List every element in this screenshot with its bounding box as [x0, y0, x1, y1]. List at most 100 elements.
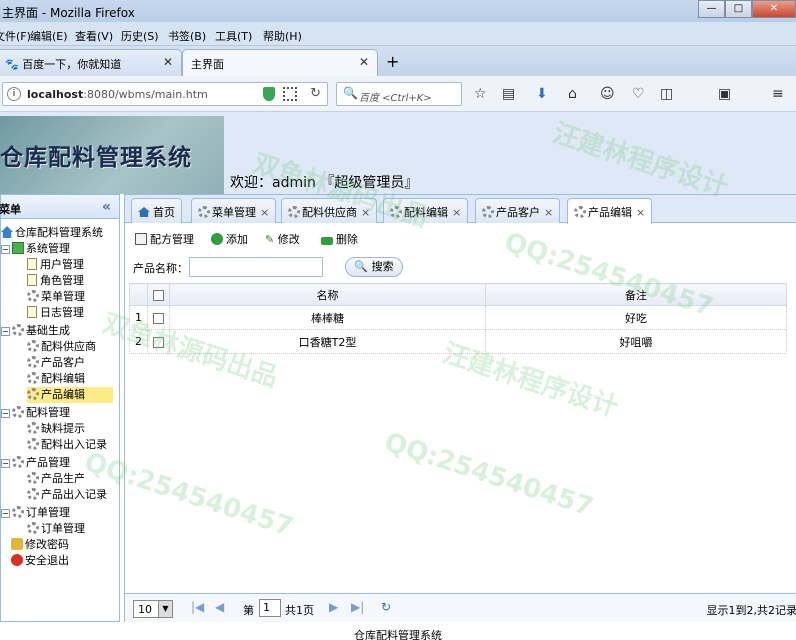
minimize-button[interactable]: — — [698, 0, 725, 18]
hamburger-menu-icon[interactable]: ≡ — [772, 86, 784, 102]
sidebar-header: 导航菜单 « — [0, 195, 119, 219]
select-all-checkbox[interactable] — [153, 289, 164, 301]
delete-button[interactable]: 删除 — [321, 231, 358, 247]
download-icon[interactable]: ⬇ — [536, 86, 548, 102]
browser-tab-baidu[interactable]: 🐾 百度一下，你就知道 ✕ — [0, 49, 182, 76]
menu-help[interactable]: 帮助(H) — [263, 28, 302, 44]
last-page-icon[interactable]: ▶| — [351, 600, 364, 614]
chat-icon[interactable]: ☺ — [600, 86, 615, 102]
column-header-note[interactable]: 备注 — [485, 283, 787, 306]
menu-view[interactable]: 查看(V) — [75, 28, 113, 44]
column-header-name[interactable]: 名称 — [169, 283, 486, 306]
edit-button[interactable]: ✎ 修改 — [265, 231, 300, 247]
tree-item-menus[interactable]: 菜单管理 — [27, 289, 85, 305]
tree-item-change-password[interactable]: 修改密码 — [11, 537, 69, 553]
prev-page-icon[interactable]: ◀ — [215, 600, 224, 614]
page-number-input[interactable]: 1 — [259, 599, 281, 617]
collapse-toggle-icon[interactable]: − — [1, 459, 10, 468]
tree-item-orders[interactable]: 订单管理 — [27, 521, 85, 537]
row-checkbox[interactable] — [153, 312, 164, 324]
close-window-button[interactable]: ✕ — [752, 0, 796, 18]
collapse-icon[interactable]: « — [102, 199, 111, 215]
tree-item-customer[interactable]: 产品客户 — [27, 355, 85, 371]
tree-group-order[interactable]: − 订单管理 — [1, 505, 70, 521]
close-tab-icon[interactable]: ✕ — [163, 55, 173, 69]
app-logo-banner: 仓库配料管理系统 — [0, 116, 224, 194]
tab-home[interactable]: 首页 — [131, 198, 182, 223]
collapse-toggle-icon[interactable]: − — [1, 245, 10, 254]
extension-icon[interactable]: ◫ — [660, 86, 673, 102]
next-page-icon[interactable]: ▶ — [329, 600, 338, 614]
table-row[interactable]: 1 棒棒糖 好吃 — [129, 305, 787, 330]
close-tab-icon[interactable]: × — [260, 206, 269, 219]
search-bar[interactable]: 🔍 百度 <Ctrl+K> — [336, 82, 462, 106]
tab-menu-management[interactable]: 菜单管理 × — [191, 198, 277, 223]
tree-item-logs[interactable]: 日志管理 — [27, 305, 84, 321]
tree-group-product[interactable]: − 产品管理 — [1, 455, 70, 471]
page-size-select[interactable]: 10 ▼ — [133, 600, 173, 618]
tree-root[interactable]: 仓库配料管理系统 — [1, 225, 103, 241]
tab-ingredient-edit[interactable]: 配料编辑 × — [383, 198, 469, 223]
url-text[interactable]: localhost:8080/wbms/main.htm — [27, 88, 208, 101]
recipe-icon — [135, 233, 147, 245]
addon-icon[interactable]: ▣ — [718, 86, 731, 102]
tree-item-logout[interactable]: 安全退出 — [11, 553, 69, 569]
tree-item-product-records[interactable]: 产品出入记录 — [27, 487, 107, 503]
close-tab-icon[interactable]: × — [544, 206, 553, 219]
menu-tools[interactable]: 工具(T) — [215, 28, 252, 44]
close-tab-icon[interactable]: × — [452, 206, 461, 219]
url-bar[interactable]: i localhost:8080/wbms/main.htm ↻ — [2, 82, 328, 106]
tree-group-basic[interactable]: − 基础生成 — [1, 323, 70, 339]
info-icon[interactable]: i — [7, 87, 21, 101]
refresh-icon[interactable]: ↻ — [381, 600, 391, 614]
recipe-button[interactable]: 配方管理 — [135, 231, 194, 247]
close-tab-icon[interactable]: × — [636, 206, 645, 219]
tree-item-ingredient-edit[interactable]: 配料编辑 — [27, 371, 85, 387]
menu-bookmarks[interactable]: 书签(B) — [168, 28, 206, 44]
browser-tab-main[interactable]: 主界面 ✕ — [182, 49, 378, 76]
close-tab-icon[interactable]: × — [361, 206, 370, 219]
menu-edit[interactable]: 编辑(E) — [30, 28, 68, 44]
menu-file[interactable]: 文件(F) — [0, 28, 31, 44]
bookmark-star-icon[interactable]: ☆ — [474, 86, 487, 102]
tab-customer[interactable]: 产品客户 × — [475, 198, 561, 223]
cell-name: 棒棒糖 — [169, 305, 486, 330]
delete-icon — [321, 237, 333, 245]
qr-code-icon[interactable] — [283, 87, 297, 101]
add-button[interactable]: 添加 — [211, 231, 248, 247]
tree-item-users[interactable]: 用户管理 — [27, 257, 84, 273]
tree-item-ingredient-records[interactable]: 配料出入记录 — [27, 437, 107, 453]
gear-icon — [27, 472, 39, 484]
app-header: 仓库配料管理系统 欢迎：admin 『超级管理员』 — [0, 112, 796, 194]
tree-item-product-edit[interactable]: 产品编辑 — [27, 387, 113, 403]
window-title: 主界面 - Mozilla Firefox — [2, 6, 135, 20]
tab-product-edit[interactable]: 产品编辑 × — [567, 198, 653, 224]
tree-group-ingredient[interactable]: − 配料管理 — [1, 405, 70, 421]
collapse-toggle-icon[interactable]: − — [1, 327, 10, 336]
page-tab-bar: 首页 菜单管理 × 配料供应商 × 配料编辑 × 产品客户 × 产品编辑 × — [125, 195, 796, 224]
row-checkbox[interactable] — [153, 336, 164, 348]
collapse-toggle-icon[interactable]: − — [1, 509, 10, 518]
table-row[interactable]: 2 口香糖T2型 好咀嚼 — [129, 329, 787, 354]
shield-icon[interactable] — [263, 87, 275, 101]
reload-icon[interactable]: ↻ — [310, 86, 321, 101]
tree-item-roles[interactable]: 角色管理 — [27, 273, 84, 289]
pocket-icon[interactable]: ♡ — [632, 86, 645, 102]
tab-supplier[interactable]: 配料供应商 × — [281, 198, 378, 223]
house-icon — [1, 226, 13, 238]
maximize-button[interactable]: □ — [725, 0, 752, 18]
home-icon[interactable]: ⌂ — [568, 86, 577, 102]
dropdown-arrow-icon[interactable]: ▼ — [158, 601, 172, 617]
product-name-input[interactable] — [189, 257, 323, 277]
menu-history[interactable]: 历史(S) — [121, 28, 159, 44]
new-tab-icon[interactable]: + — [386, 52, 399, 71]
tree-item-shortage[interactable]: 缺料提示 — [27, 421, 85, 437]
first-page-icon[interactable]: |◀ — [191, 600, 204, 614]
tree-item-production[interactable]: 产品生产 — [27, 471, 85, 487]
collapse-toggle-icon[interactable]: − — [1, 409, 10, 418]
close-tab-icon[interactable]: ✕ — [359, 55, 369, 69]
tree-item-supplier[interactable]: 配料供应商 — [27, 339, 96, 355]
tree-group-system[interactable]: − 系统管理 — [1, 241, 70, 257]
search-button[interactable]: 🔍 搜索 — [345, 257, 403, 277]
reader-icon[interactable]: ▤ — [502, 86, 515, 102]
